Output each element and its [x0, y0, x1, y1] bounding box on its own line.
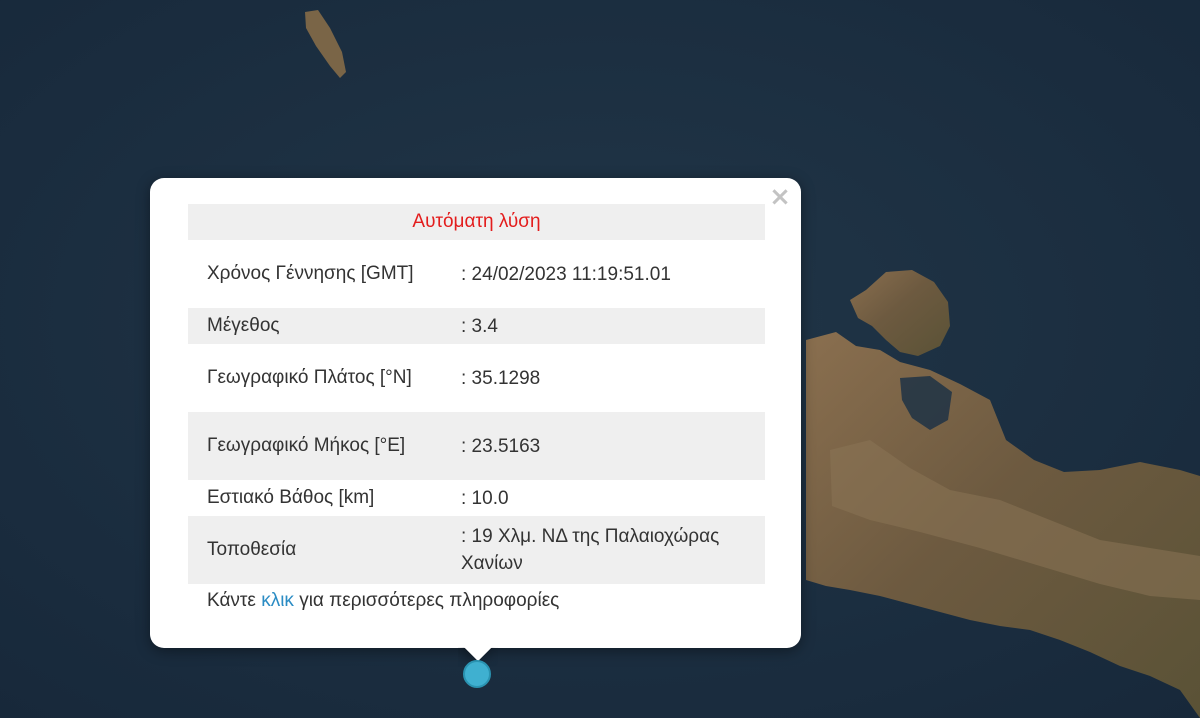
title-row: Αυτόματη λύση [188, 204, 765, 240]
table-row: Γεωγραφικό Πλάτος [°N] : 35.1298 [188, 344, 765, 412]
earthquake-info-popup: × Αυτόματη λύση Χρόνος Γέννησης [GMT] : … [150, 178, 801, 648]
table-row: Εστιακό Βάθος [km] : 10.0 [188, 480, 765, 516]
row-value: : 35.1298 [442, 344, 765, 412]
row-label: Χρόνος Γέννησης [GMT] [188, 240, 442, 308]
row-value: : 19 Χλμ. ΝΔ της Παλαιοχώρας Χανίων [442, 516, 765, 584]
table-row: Χρόνος Γέννησης [GMT] : 24/02/2023 11:19… [188, 240, 765, 308]
more-info-prefix: Κάντε [207, 590, 262, 611]
row-value: : 10.0 [442, 480, 765, 516]
earthquake-info-table: Αυτόματη λύση Χρόνος Γέννησης [GMT] : 24… [188, 204, 765, 584]
table-row: Μέγεθος : 3.4 [188, 308, 765, 344]
more-info-text: Κάντε κλικ για περισσότερες πληροφορίες [207, 590, 559, 612]
more-info-suffix: για περισσότερες πληροφορίες [293, 590, 560, 611]
row-value: : 24/02/2023 11:19:51.01 [442, 240, 765, 308]
close-icon[interactable]: × [767, 184, 793, 210]
row-label: Μέγεθος [188, 308, 442, 344]
row-label: Γεωγραφικό Μήκος [°E] [188, 412, 442, 480]
more-info-link[interactable]: κλικ [261, 590, 294, 611]
row-label: Εστιακό Βάθος [km] [188, 480, 442, 516]
table-row: Γεωγραφικό Μήκος [°E] : 23.5163 [188, 412, 765, 480]
row-value: : 23.5163 [442, 412, 765, 480]
row-value: : 3.4 [442, 308, 765, 344]
popup-title: Αυτόματη λύση [188, 204, 765, 240]
earthquake-marker[interactable] [463, 660, 491, 688]
row-label: Τοποθεσία [188, 516, 442, 584]
row-label: Γεωγραφικό Πλάτος [°N] [188, 344, 442, 412]
table-row: Τοποθεσία : 19 Χλμ. ΝΔ της Παλαιοχώρας Χ… [188, 516, 765, 584]
